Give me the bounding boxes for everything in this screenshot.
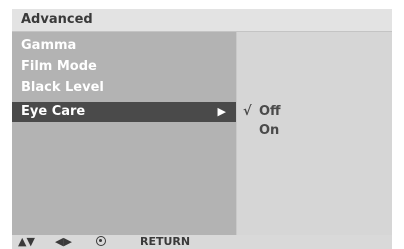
- menu-title: Advanced: [21, 12, 93, 27]
- menu-item-film-mode[interactable]: Film Mode: [12, 57, 236, 77]
- submenu-arrow-icon: ▶: [217, 105, 226, 118]
- menu-item-label: Black Level: [21, 80, 104, 95]
- left-right-arrows-icon: ◀▶: [55, 235, 72, 248]
- submenu-panel: √ Off On: [236, 32, 392, 235]
- menu-item-gamma[interactable]: Gamma: [12, 36, 236, 56]
- submenu-option-label: On: [259, 123, 280, 138]
- menu-item-eye-care[interactable]: Eye Care ▶: [12, 102, 236, 122]
- checkmark-icon: √: [243, 104, 252, 119]
- up-down-arrows-icon: ▲▼: [18, 235, 35, 248]
- ok-button-icon: [96, 236, 106, 246]
- menu-list: Gamma Film Mode Black Level Eye Care ▶: [12, 32, 236, 235]
- menu-item-label: Eye Care: [21, 104, 86, 119]
- menu-item-label: Film Mode: [21, 59, 97, 74]
- menu-header: Advanced: [12, 9, 392, 32]
- menu-item-black-level[interactable]: Black Level: [12, 78, 236, 98]
- osd-menu: Advanced Gamma Film Mode Black Level Eye…: [12, 9, 392, 249]
- menu-item-label: Gamma: [21, 38, 77, 53]
- menu-footer: ▲▼ ◀▶ RETURN: [12, 235, 392, 249]
- submenu-option-label: Off: [259, 104, 281, 119]
- return-hint: RETURN: [140, 235, 191, 248]
